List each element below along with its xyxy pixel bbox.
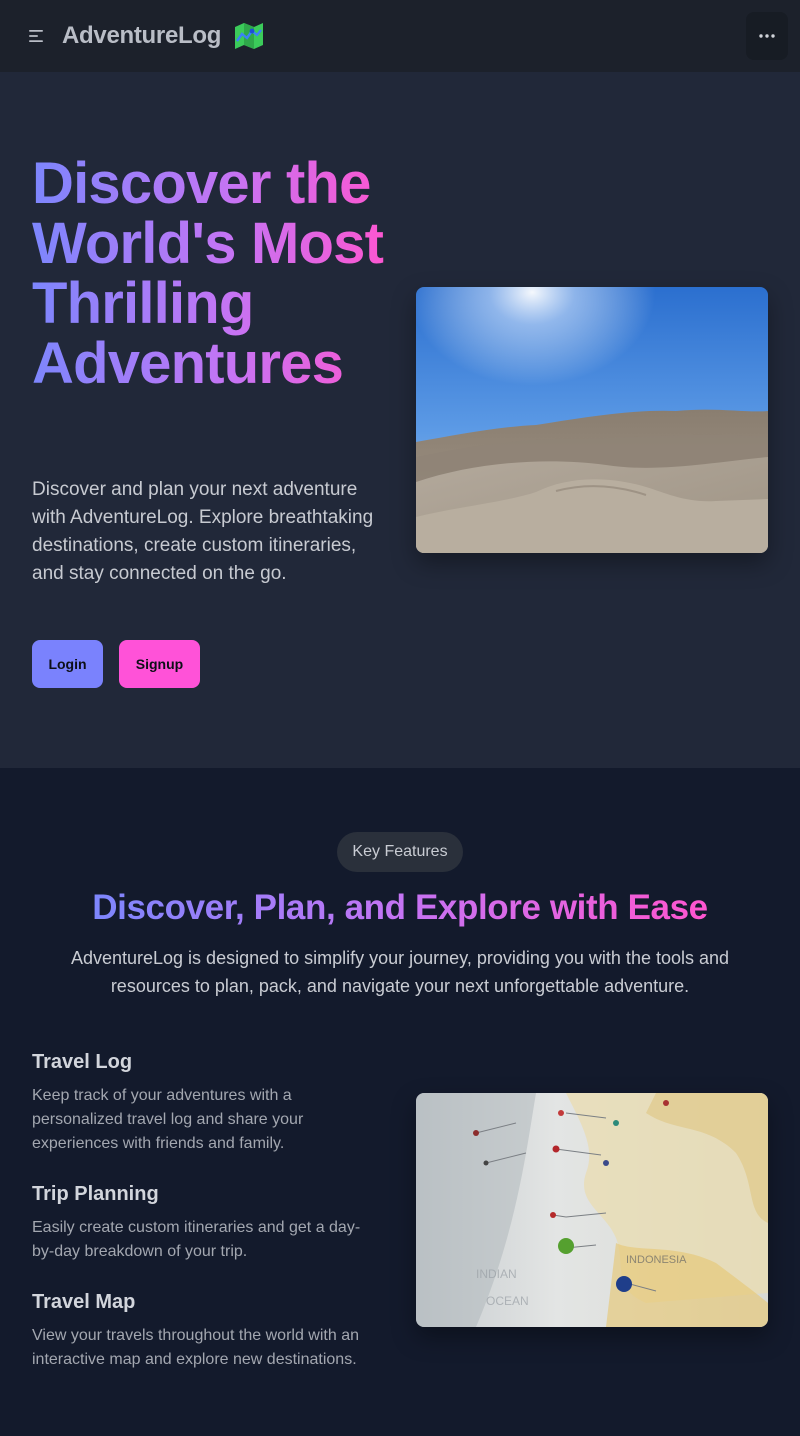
feature-title: Trip Planning — [32, 1183, 159, 1205]
more-options-button[interactable] — [746, 12, 788, 60]
brand-title: AdventureLog — [62, 22, 222, 49]
login-button[interactable]: Login — [32, 640, 103, 688]
map-icon — [235, 23, 264, 49]
feature-travel-log: Travel Log Keep track of your adventures… — [32, 1048, 382, 1156]
feature-text: Keep track of your adventures with a per… — [32, 1087, 304, 1152]
feature-travel-map: Travel Map View your travels throughout … — [32, 1288, 382, 1372]
signup-button[interactable]: Signup — [119, 640, 200, 688]
features-heading-text: Discover, Plan, and Explore with Ease — [92, 888, 708, 927]
svg-text:INDIAN: INDIAN — [476, 1267, 517, 1281]
hero-title: Discover the World's Most Thrilling Adve… — [32, 154, 392, 394]
feature-text: View your travels throughout the world w… — [32, 1327, 359, 1368]
svg-text:OCEAN: OCEAN — [486, 1294, 529, 1308]
menu-button[interactable] — [22, 22, 50, 50]
features-heading: Discover, Plan, and Explore with Ease — [0, 884, 800, 932]
brand-link[interactable]: AdventureLog — [62, 18, 265, 54]
ellipsis-icon — [759, 34, 775, 38]
hero-image-sand-dunes — [416, 287, 768, 553]
menu-icon — [29, 30, 43, 42]
map-pins-image: INDIAN OCEAN INDONESIA — [416, 1093, 768, 1327]
hero-section: Discover the World's Most Thrilling Adve… — [0, 72, 800, 768]
hero-description: Discover and plan your next adventure wi… — [32, 479, 374, 584]
feature-text: Easily create custom itineraries and get… — [32, 1219, 361, 1260]
feature-title: Travel Map — [32, 1291, 136, 1313]
navbar: AdventureLog — [0, 0, 800, 72]
features-description: AdventureLog is designed to simplify you… — [70, 948, 730, 996]
feature-trip-planning: Trip Planning Easily create custom itine… — [32, 1180, 382, 1264]
key-features-badge: Key Features — [337, 832, 463, 872]
svg-text:INDONESIA: INDONESIA — [626, 1254, 687, 1266]
features-section: Key Features Discover, Plan, and Explore… — [0, 768, 800, 1436]
feature-title: Travel Log — [32, 1051, 133, 1073]
